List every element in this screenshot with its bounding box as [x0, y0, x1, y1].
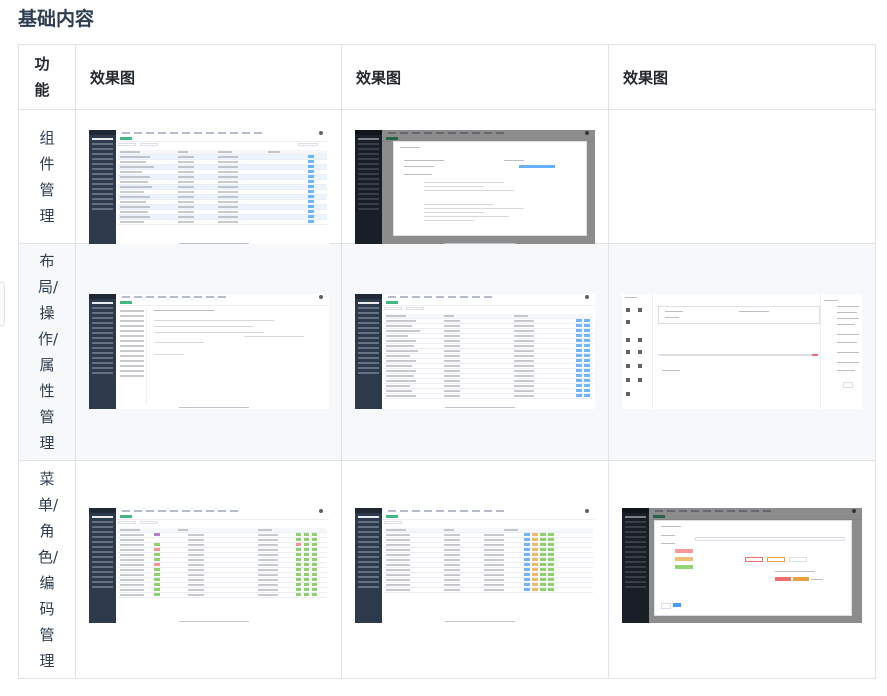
section-heading: 基础内容 [18, 8, 95, 30]
code-generator-screenshot[interactable] [622, 508, 862, 623]
row-function-cell: 组件管理 [18, 109, 76, 244]
preview-cell [608, 109, 876, 244]
side-scroll-tab[interactable] [0, 282, 5, 326]
component-list-screenshot[interactable] [89, 130, 329, 245]
layout-tree-screenshot[interactable] [89, 294, 329, 409]
row-function-label: 菜单/角色/编码管理 [38, 469, 59, 670]
header-preview-2: 效果图 [341, 44, 609, 110]
preview-cell [75, 460, 342, 679]
table-row: 组件管理 [18, 109, 876, 245]
preview-cell [341, 460, 609, 679]
preview-cell [608, 460, 876, 679]
row-function-label: 布局/操作/属性管理 [38, 252, 59, 452]
preview-cell [75, 109, 342, 245]
header-preview-3: 效果图 [608, 44, 876, 110]
operation-list-screenshot[interactable] [355, 294, 595, 409]
table-row: 布局/操作/属性管理 [18, 243, 876, 461]
table-row: 菜单/角色/编码管理 [18, 460, 876, 679]
preview-cell [75, 243, 342, 461]
table-header-row: 功能 效果图 效果图 效果图 [18, 44, 876, 110]
preview-cell [341, 243, 609, 461]
component-edit-dialog-screenshot[interactable] [355, 130, 595, 245]
preview-cell [341, 109, 609, 245]
header-function: 功能 [18, 44, 76, 110]
preview-cell [608, 243, 876, 461]
content-table: 功能 效果图 效果图 效果图 组件管理 布局/操作/属性管理 菜单/角色/编码管… [18, 44, 876, 679]
menu-list-screenshot[interactable] [89, 508, 329, 623]
role-list-screenshot[interactable] [355, 508, 595, 623]
property-designer-screenshot[interactable] [622, 294, 862, 409]
row-function-label: 组件管理 [39, 128, 55, 225]
row-function-cell: 布局/操作/属性管理 [18, 243, 76, 461]
row-function-cell: 菜单/角色/编码管理 [18, 460, 76, 679]
header-preview-1: 效果图 [75, 44, 342, 110]
